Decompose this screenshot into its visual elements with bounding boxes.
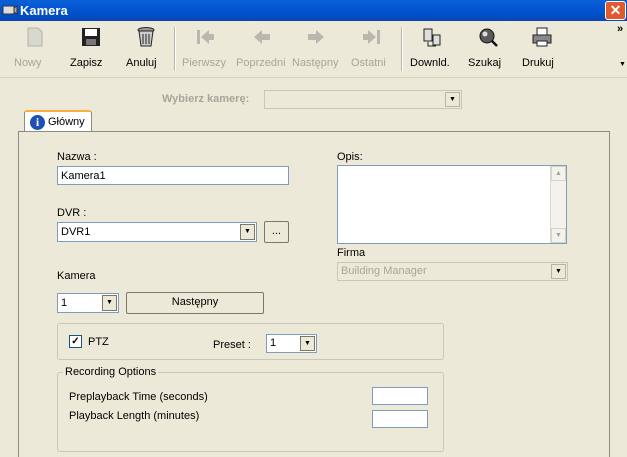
previous-button-label: Poprzedni: [236, 57, 286, 69]
camera-label: Kamera: [57, 270, 96, 282]
first-button[interactable]: Pierwszy: [182, 26, 228, 74]
dvr-dropdown-value: DVR1: [61, 226, 91, 238]
search-button[interactable]: Szukaj: [468, 26, 508, 74]
tab-glowny[interactable]: i Główny: [24, 110, 92, 132]
dvr-browse-button[interactable]: ...: [264, 221, 289, 243]
save-button[interactable]: Zapisz: [70, 26, 112, 74]
recording-options-legend: Recording Options: [63, 366, 159, 378]
print-button[interactable]: Drukuj: [522, 26, 562, 74]
dvr-dropdown[interactable]: DVR1 ▼: [57, 222, 257, 242]
description-field[interactable]: ▲ ▼: [337, 165, 567, 244]
name-label: Nazwa :: [57, 151, 97, 163]
close-button[interactable]: ✕: [605, 1, 626, 20]
playback-length-field[interactable]: [372, 410, 428, 428]
next-record-button[interactable]: Następny: [292, 26, 340, 74]
camera-select-label: Wybierz kamerę:: [162, 93, 250, 105]
cancel-button[interactable]: Anuluj: [126, 26, 166, 74]
company-label: Firma: [337, 247, 366, 259]
preset-dropdown[interactable]: 1 ▼: [266, 334, 317, 353]
name-field-value: Kamera1: [61, 170, 106, 182]
download-button-label: Downld.: [410, 57, 450, 69]
floppy-disk-icon: [82, 28, 100, 46]
tab-glowny-label: Główny: [48, 116, 85, 128]
first-record-icon: [197, 30, 214, 44]
chevron-down-icon[interactable]: ▼: [551, 264, 566, 279]
next-record-button-label: Następny: [292, 57, 339, 69]
name-field[interactable]: Kamera1: [57, 166, 289, 185]
toolbar-menu-arrow-icon[interactable]: ▼: [619, 61, 626, 68]
save-button-label: Zapisz: [70, 57, 103, 69]
dvr-browse-label: ...: [271, 225, 282, 237]
playback-length-label: Playback Length (minutes): [69, 410, 200, 422]
printer-icon: [532, 27, 552, 47]
last-button[interactable]: Ostatni: [351, 26, 393, 74]
toolbar-separator: [174, 27, 176, 71]
window-title: Kamera: [20, 3, 68, 18]
preplayback-label: Preplayback Time (seconds): [69, 391, 208, 403]
company-value: Building Manager: [341, 265, 427, 277]
last-button-label: Ostatni: [351, 57, 386, 69]
scroll-down-icon[interactable]: ▼: [551, 228, 566, 243]
info-icon: i: [30, 115, 45, 130]
first-button-label: Pierwszy: [182, 57, 227, 69]
toolbar-separator: [401, 27, 403, 71]
preset-label: Preset :: [213, 339, 251, 351]
description-label: Opis:: [337, 151, 363, 163]
previous-arrow-icon: [254, 30, 270, 44]
ptz-checkbox[interactable]: ✓: [69, 335, 82, 348]
download-icon: [423, 28, 441, 47]
last-record-icon: [363, 30, 380, 44]
close-icon: ✕: [609, 2, 622, 18]
print-button-label: Drukuj: [522, 57, 554, 69]
camera-select-dropdown[interactable]: ▼: [264, 90, 462, 109]
dvr-label: DVR :: [57, 207, 87, 219]
chevron-down-icon[interactable]: ▼: [445, 92, 460, 107]
trash-bin-icon: [137, 27, 155, 47]
description-scrollbar[interactable]: ▲ ▼: [550, 166, 566, 243]
ptz-label: PTZ: [88, 336, 109, 348]
company-dropdown[interactable]: Building Manager ▼: [337, 262, 568, 281]
search-globe-icon: [479, 28, 498, 47]
download-button[interactable]: Downld.: [410, 26, 454, 74]
next-arrow-icon: [308, 30, 324, 44]
scroll-up-icon[interactable]: ▲: [551, 166, 566, 181]
toolbar: Nowy Zapisz Anuluj Pierwszy Poprzedni Na…: [0, 21, 627, 78]
new-document-icon: [27, 27, 43, 47]
previous-button[interactable]: Poprzedni: [236, 26, 288, 74]
new-button[interactable]: Nowy: [14, 26, 56, 74]
chevron-down-icon[interactable]: ▼: [300, 336, 315, 351]
next-camera-button-label: Następny: [171, 296, 219, 308]
preplayback-field[interactable]: [372, 387, 428, 405]
title-bar: Kamera ✕: [0, 0, 627, 21]
chevron-down-icon[interactable]: ▼: [240, 224, 255, 240]
chevron-down-icon[interactable]: ▼: [102, 295, 117, 311]
camera-app-icon: [2, 5, 18, 15]
next-camera-button[interactable]: Następny: [126, 292, 264, 314]
search-button-label: Szukaj: [468, 57, 502, 69]
new-button-label: Nowy: [14, 57, 42, 69]
preset-value: 1: [270, 337, 277, 349]
camera-number-dropdown[interactable]: 1 ▼: [57, 293, 119, 313]
checkmark-icon: ✓: [71, 336, 80, 347]
toolbar-overflow-icon[interactable]: »: [617, 23, 623, 35]
cancel-button-label: Anuluj: [126, 57, 157, 69]
camera-number-value: 1: [61, 297, 68, 309]
